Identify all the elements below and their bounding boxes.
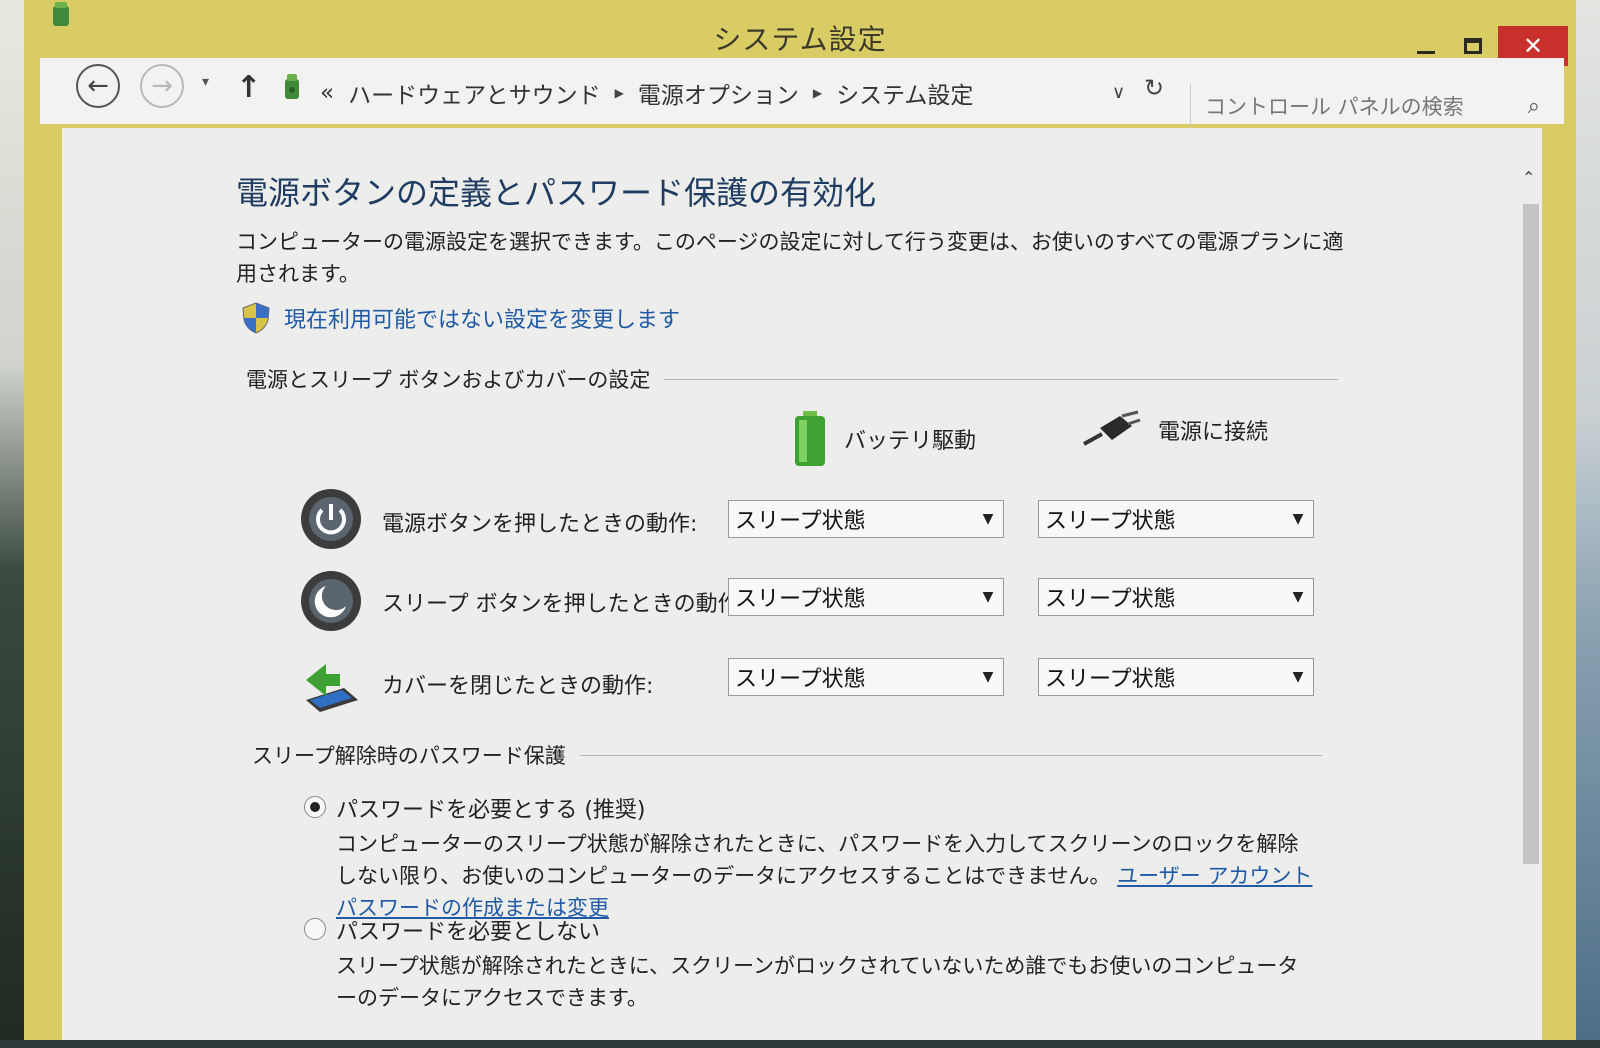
select-value: スリープ状態 [1045,667,1176,692]
vertical-scrollbar[interactable]: ⌃ [1520,168,1542,1048]
refresh-icon[interactable]: ↻ [1144,74,1164,102]
chevron-down-icon: ▼ [982,589,994,605]
breadcrumb-power-options[interactable]: 電源オプション [638,76,799,110]
power-buttons-section-header: 電源とスリープ ボタンおよびカバーの設定 [246,364,1338,394]
sleep-button-battery-select[interactable]: スリープ状態 ▼ [728,578,1004,616]
breadcrumb-hardware-sound[interactable]: ハードウェアとサウンド [348,76,601,110]
breadcrumb-separator-icon[interactable]: ▶ [615,86,624,100]
breadcrumb-system-settings[interactable]: システム設定 [836,76,973,110]
power-button-action-label: 電源ボタンを押したときの動作: [382,512,698,537]
address-dropdown-icon[interactable]: ∨ [1112,82,1125,103]
sleep-button-plugged-select[interactable]: スリープ状態 ▼ [1038,578,1314,616]
breadcrumb-overflow[interactable]: « [320,80,334,106]
section-title: スリープ解除時のパスワード保護 [252,744,566,768]
select-value: スリープ状態 [735,667,866,692]
chevron-down-icon: ▼ [1292,589,1304,605]
power-button-plugged-select[interactable]: スリープ状態 ▼ [1038,500,1314,538]
page-description: コンピューターの電源設定を選択できます。このページの設定に対して行う変更は、お使… [236,230,1344,286]
main-content: ⌃ 電源ボタンの定義とパスワード保護の有効化 コンピューターの電源設定を選択でき… [62,128,1542,1040]
section-divider [579,754,1322,756]
require-password-label[interactable]: パスワードを必要とする (推奨) [336,792,646,824]
no-password-radio[interactable] [304,918,326,940]
forward-button[interactable]: → [140,64,184,108]
power-button-battery-select[interactable]: スリープ状態 ▼ [728,500,1004,538]
plugged-in-column-header: 電源に接続 [1082,410,1268,450]
laptop-lid-icon [306,664,358,712]
plugged-in-column-label: 電源に接続 [1158,420,1269,445]
require-password-description: コンピューターのスリープ状態が解除されたときに、パスワードを入力してスクリーンの… [336,828,1316,924]
breadcrumb: « ハードウェアとサウンド ▶ 電源オプション ▶ システム設定 [320,76,973,110]
select-value: スリープ状態 [1045,587,1176,612]
change-unavailable-settings-link[interactable]: 現在利用可能ではない設定を変更します [242,302,680,334]
uac-shield-icon [242,302,270,334]
control-panel-icon [285,74,299,99]
search-placeholder: コントロール パネルの検索 [1205,95,1464,119]
battery-column-header: バッテリ駆動 [792,410,976,468]
chevron-down-icon: ▼ [982,511,994,527]
search-input[interactable]: コントロール パネルの検索 ⌕ [1190,84,1550,128]
section-divider [664,378,1338,380]
power-button-icon [301,489,361,549]
breadcrumb-separator-icon[interactable]: ▶ [813,86,822,100]
battery-icon [795,411,825,466]
sleep-button-icon [301,571,361,631]
no-password-description: スリープ状態が解除されたときに、スクリーンがロックされていないため誰でもお使いの… [336,954,1299,1010]
chevron-down-icon: ▼ [982,669,994,685]
battery-column-label: バッテリ駆動 [844,429,977,454]
back-button[interactable]: ← [76,64,120,108]
require-password-radio[interactable] [304,796,326,818]
system-settings-window: システム設定 ✕ ← → ▾ ↑ « ハードウェアとサウンド ▶ 電源オプション… [24,0,1576,1040]
page-title: 電源ボタンの定義とパスワード保護の有効化 [236,174,877,212]
chevron-down-icon: ▼ [1292,669,1304,685]
lid-close-plugged-select[interactable]: スリープ状態 ▼ [1038,658,1314,696]
change-unavailable-settings-text[interactable]: 現在利用可能ではない設定を変更します [284,302,680,334]
require-password-option[interactable]: パスワードを必要とする (推奨) [304,792,646,824]
section-title: 電源とスリープ ボタンおよびカバーの設定 [246,368,651,392]
chevron-down-icon: ▼ [1292,511,1304,527]
lid-close-action-label: カバーを閉じたときの動作: [382,674,654,699]
navigation-bar: ← → ▾ ↑ « ハードウェアとサウンド ▶ 電源オプション ▶ システム設定… [40,58,1564,128]
select-value: スリープ状態 [735,509,866,534]
wakeup-password-section-header: スリープ解除時のパスワード保護 [252,740,1322,770]
recent-locations-dropdown-icon[interactable]: ▾ [202,74,209,90]
scroll-up-icon[interactable]: ⌃ [1522,168,1535,187]
window-title: システム設定 [713,23,887,56]
power-plug-icon [1083,410,1141,446]
up-button[interactable]: ↑ [236,70,261,105]
no-password-option[interactable]: パスワードを必要としない [304,914,600,946]
sleep-button-action-label: スリープ ボタンを押したときの動作: [382,592,748,617]
lid-close-battery-select[interactable]: スリープ状態 ▼ [728,658,1004,696]
search-icon[interactable]: ⌕ [1528,94,1540,119]
select-value: スリープ状態 [1045,509,1176,534]
select-value: スリープ状態 [735,587,866,612]
no-password-label[interactable]: パスワードを必要としない [336,914,600,946]
scroll-thumb[interactable] [1523,204,1539,864]
